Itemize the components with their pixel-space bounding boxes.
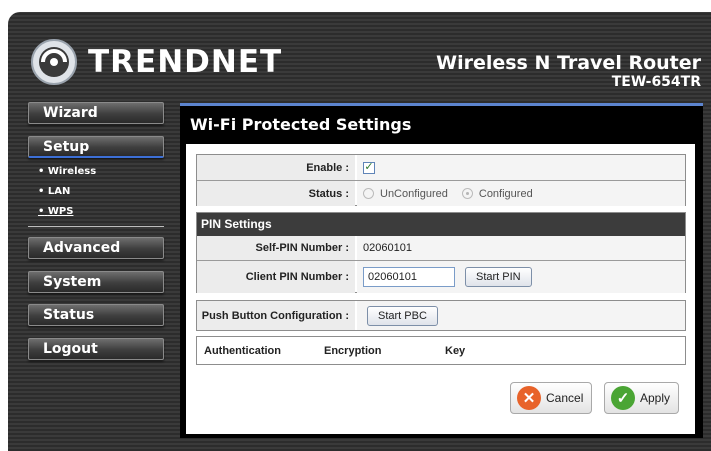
status-configured-label: Configured (478, 187, 533, 200)
column-authentication: Authentication (204, 345, 281, 357)
self-pin-label: Self-PIN Number : (197, 236, 355, 260)
setup-submenu: • Wireless • LAN • WPS (28, 162, 164, 227)
column-key: Key (445, 345, 466, 357)
client-pin-label: Client PIN Number : (197, 261, 355, 293)
start-pin-button[interactable]: Start PIN (465, 267, 532, 287)
nav-advanced-button[interactable]: Advanced (28, 237, 164, 259)
status-unconfigured-label: UnConfigured (380, 187, 448, 200)
submenu-bullet: • (38, 166, 45, 177)
status-row: Status : UnConfigured Configured (197, 180, 685, 206)
pbc-row: Push Button Configuration : Start PBC (196, 300, 686, 331)
security-table: Authentication Encryption Key (196, 336, 686, 365)
pbc-label: Push Button Configuration : (197, 301, 355, 330)
submenu-label: WPS (47, 206, 74, 217)
apply-label: Apply (640, 391, 671, 405)
self-pin-row: Self-PIN Number : 02060101 (197, 236, 685, 260)
apply-button[interactable]: ✓ Apply (604, 382, 680, 414)
submenu-item-lan[interactable]: • LAN (28, 182, 164, 202)
x-icon: ✕ (517, 386, 541, 410)
nav-wizard-button[interactable]: Wizard (28, 102, 164, 124)
submenu-item-wps[interactable]: • WPS (28, 202, 164, 222)
trendnet-logo: TRENDNET (30, 38, 282, 86)
enable-checkbox[interactable]: ✓ (363, 161, 375, 174)
status-configured-radio[interactable] (461, 188, 473, 199)
nav-setup-button[interactable]: Setup (28, 136, 164, 158)
self-pin-value: 02060101 (357, 236, 685, 260)
page-title: Wi-Fi Protected Settings (190, 115, 412, 134)
enable-value: ✓ (357, 155, 685, 180)
router-frame: TRENDNET Wireless N Travel Router TEW-65… (8, 12, 711, 451)
enable-label: Enable : (197, 155, 355, 180)
trendnet-logo-icon (31, 39, 77, 85)
client-pin-value: Start PIN (357, 261, 685, 293)
submenu-item-wireless[interactable]: • Wireless (28, 162, 164, 182)
enable-row: Enable : ✓ (197, 155, 685, 180)
model-name: TEW-654TR (611, 74, 701, 90)
start-pbc-button[interactable]: Start PBC (367, 305, 438, 326)
nav-status-button[interactable]: Status (28, 304, 164, 326)
cancel-button[interactable]: ✕ Cancel (510, 382, 593, 414)
status-value: UnConfigured Configured (357, 181, 685, 206)
checkmark-icon: ✓ (611, 386, 635, 410)
submenu-label: Wireless (47, 166, 97, 177)
cancel-label: Cancel (546, 391, 584, 405)
client-pin-row: Client PIN Number : Start PIN (197, 260, 685, 293)
nav-logout-button[interactable]: Logout (28, 338, 164, 360)
wps-config-group: Enable : ✓ Status : UnConfigured Configu… (196, 154, 686, 206)
brand-name: TRENDNET (88, 44, 283, 80)
nav-system-button[interactable]: System (28, 271, 164, 293)
pin-settings-group: PIN Settings Self-PIN Number : 02060101 … (196, 212, 686, 293)
product-title: Wireless N Travel Router (436, 52, 701, 74)
status-label: Status : (197, 181, 355, 206)
submenu-bullet: • (38, 206, 45, 217)
pin-settings-header: PIN Settings (197, 213, 685, 236)
panel-body: Enable : ✓ Status : UnConfigured Configu… (186, 144, 695, 434)
column-encryption: Encryption (324, 345, 382, 357)
submenu-label: LAN (47, 186, 71, 197)
submenu-bullet: • (38, 186, 45, 197)
wps-panel: Wi-Fi Protected Settings Enable : ✓ Stat… (180, 103, 703, 438)
client-pin-input[interactable] (363, 267, 455, 287)
pbc-value: Start PBC (357, 301, 685, 330)
status-unconfigured-radio[interactable] (363, 188, 374, 199)
